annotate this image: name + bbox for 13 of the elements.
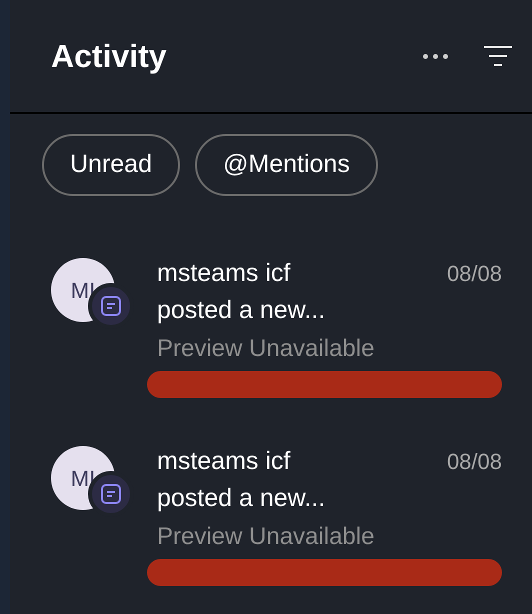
- preview-text: Preview Unavailable: [157, 522, 376, 552]
- date-label: 08/08: [446, 448, 502, 476]
- sender-name: msteams icf: [157, 258, 290, 289]
- more-icon[interactable]: [423, 54, 448, 58]
- date-label: 08/08: [446, 260, 502, 288]
- filter-chip[interactable]: @Mentions: [195, 134, 378, 196]
- sender-name: msteams icf: [157, 446, 290, 477]
- filter-chip[interactable]: Unread: [42, 134, 180, 196]
- page-title: Activity: [51, 37, 167, 76]
- activity-text: posted a new...: [157, 295, 326, 326]
- activity-text: posted a new...: [157, 483, 326, 514]
- preview-text: Preview Unavailable: [157, 334, 376, 364]
- filter-icon[interactable]: [484, 46, 512, 66]
